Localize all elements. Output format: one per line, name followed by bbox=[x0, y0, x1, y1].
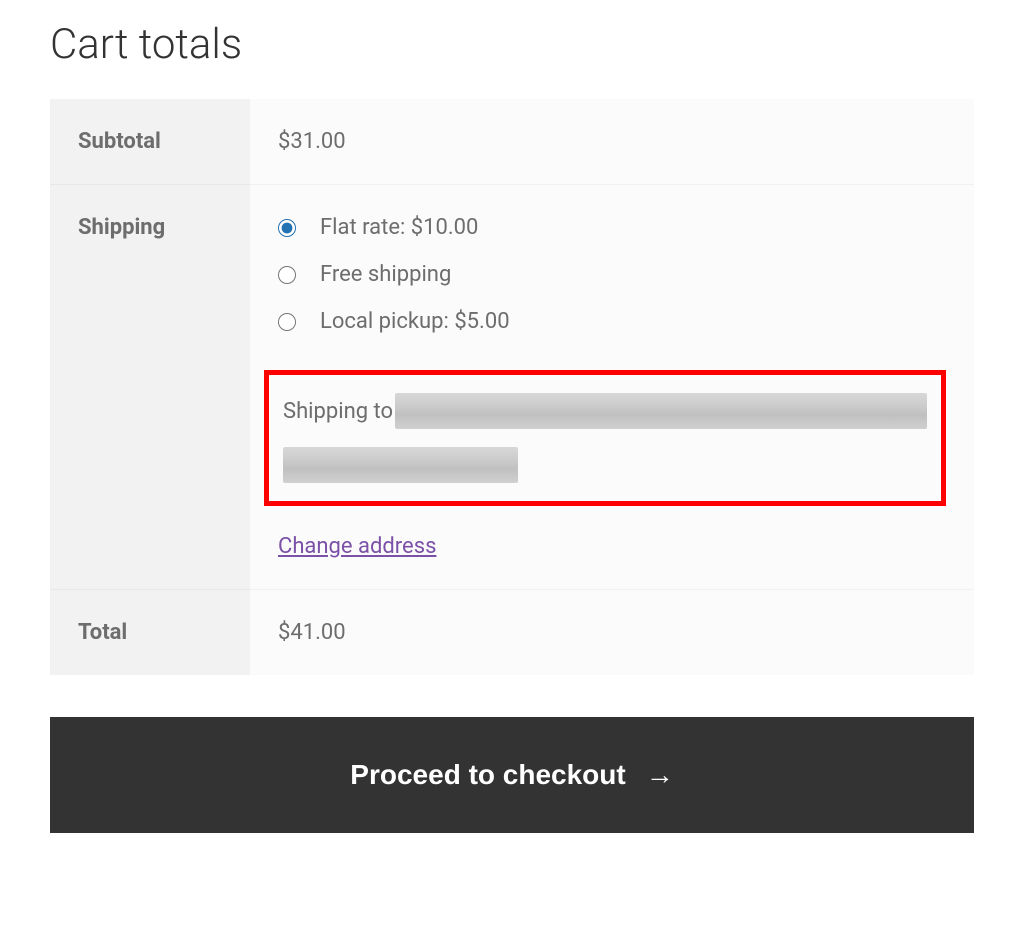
subtotal-value: $31.00 bbox=[250, 99, 974, 185]
proceed-to-checkout-button[interactable]: Proceed to checkout → bbox=[50, 717, 974, 833]
shipping-option-label: Free shipping bbox=[320, 262, 451, 287]
shipping-to-line-1: Shipping to bbox=[283, 393, 927, 429]
shipping-option-flat-rate[interactable]: Flat rate: $10.00 bbox=[278, 215, 946, 240]
total-row: Total $41.00 bbox=[50, 590, 974, 676]
shipping-options-list: Flat rate: $10.00 Free shipping Local pi… bbox=[278, 215, 946, 334]
cart-totals-table: Subtotal $31.00 Shipping Flat rate: $10.… bbox=[50, 99, 974, 675]
redacted-address-part-1 bbox=[395, 393, 927, 429]
redacted-address-part-2 bbox=[283, 447, 518, 483]
shipping-radio-free[interactable] bbox=[278, 266, 296, 284]
shipping-option-local-pickup[interactable]: Local pickup: $5.00 bbox=[278, 309, 946, 334]
cart-totals-heading: Cart totals bbox=[50, 20, 974, 69]
change-address-link[interactable]: Change address bbox=[278, 534, 436, 559]
shipping-to-highlight-box: Shipping to bbox=[264, 370, 946, 506]
shipping-to-label: Shipping to bbox=[283, 399, 393, 424]
total-value: $41.00 bbox=[250, 590, 974, 676]
subtotal-row: Subtotal $31.00 bbox=[50, 99, 974, 185]
checkout-button-label: Proceed to checkout bbox=[350, 759, 625, 791]
total-label: Total bbox=[50, 590, 250, 676]
shipping-option-free[interactable]: Free shipping bbox=[278, 262, 946, 287]
shipping-cell: Flat rate: $10.00 Free shipping Local pi… bbox=[250, 185, 974, 590]
shipping-label: Shipping bbox=[50, 185, 250, 590]
shipping-row: Shipping Flat rate: $10.00 Free shipping… bbox=[50, 185, 974, 590]
arrow-right-icon: → bbox=[646, 759, 674, 791]
shipping-radio-flat-rate[interactable] bbox=[278, 219, 296, 237]
shipping-option-label: Local pickup: $5.00 bbox=[320, 309, 510, 334]
shipping-radio-local-pickup[interactable] bbox=[278, 313, 296, 331]
shipping-option-label: Flat rate: $10.00 bbox=[320, 215, 478, 240]
subtotal-label: Subtotal bbox=[50, 99, 250, 185]
